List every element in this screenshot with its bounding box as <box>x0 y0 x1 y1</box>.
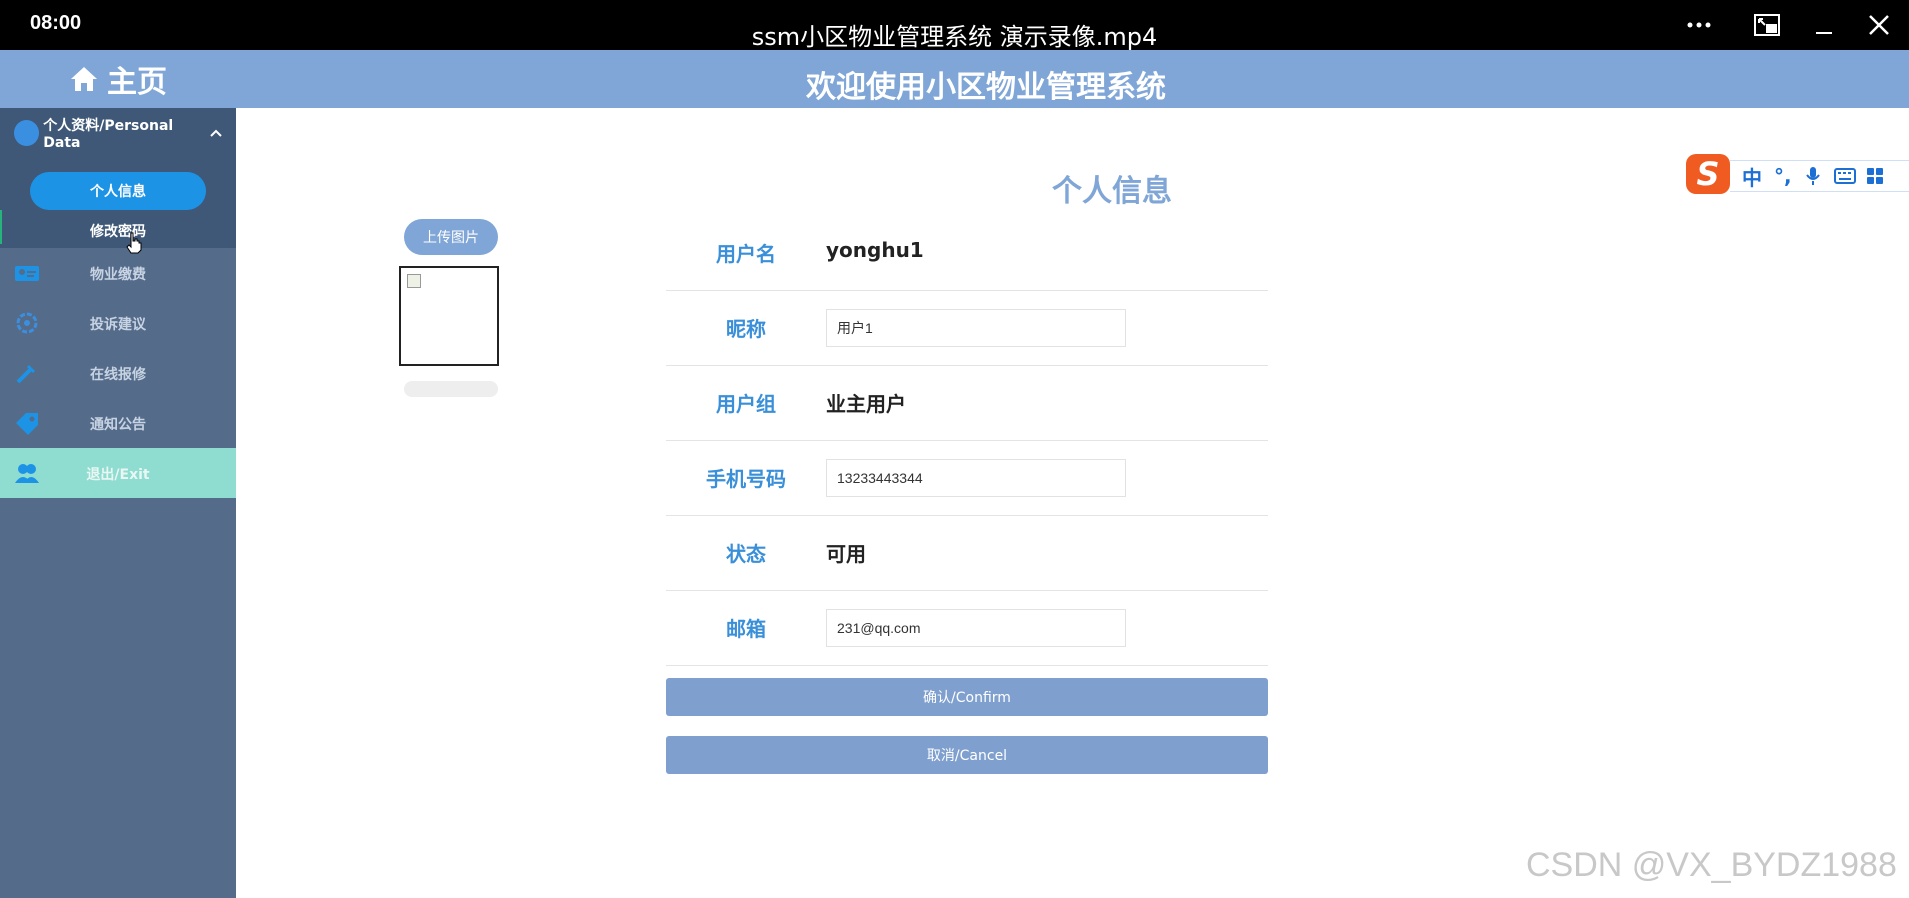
field-value: 业主用户 <box>826 392 906 416</box>
email-input[interactable] <box>826 609 1126 647</box>
ime-mode[interactable]: 中 <box>1742 162 1762 191</box>
nickname-input[interactable] <box>826 309 1126 347</box>
top-header: 欢迎使用小区物业管理系统 <box>236 50 1909 108</box>
field-phone: 手机号码 <box>666 441 1268 516</box>
hand-cursor-icon <box>126 232 142 254</box>
personal-data-submenu: 个人信息 修改密码 <box>0 158 236 248</box>
picture-in-picture-icon[interactable] <box>1750 10 1784 40</box>
minimize-icon[interactable] <box>1807 10 1841 40</box>
sidebar-item-exit[interactable]: 退出/Exit <box>0 448 236 498</box>
field-label: 状态 <box>726 542 766 566</box>
cancel-button[interactable]: 取消/Cancel <box>666 736 1268 774</box>
field-nickname: 昵称 <box>666 291 1268 366</box>
sidebar-item-complaints[interactable]: 投诉建议 <box>0 298 236 348</box>
confirm-button[interactable]: 确认/Confirm <box>666 678 1268 716</box>
field-label: 邮箱 <box>726 617 766 641</box>
field-label: 用户组 <box>716 392 776 416</box>
more-icon[interactable] <box>1682 10 1716 40</box>
user-circle-icon <box>14 120 40 146</box>
ime-punctuation[interactable]: °, <box>1774 164 1792 188</box>
ime-toolbar: S 中 °, <box>1686 154 1909 194</box>
nav-label: 投诉建议 <box>90 317 146 333</box>
field-email: 邮箱 <box>666 591 1268 666</box>
chevron-up-icon <box>210 129 222 137</box>
player-title: ssm小区物业管理系统 演示录像.mp4 <box>751 23 1158 51</box>
profile-form: 用户名 yonghu1 昵称 用户组 业主用户 手机号码 状态 可用 邮箱 <box>666 216 1268 666</box>
home-label: 主页 <box>107 65 167 100</box>
active-accent <box>0 210 2 244</box>
page-title: 个人信息 <box>1052 174 1172 209</box>
sidebar-item-notices[interactable]: 通知公告 <box>0 398 236 448</box>
field-status: 状态 可用 <box>666 516 1268 591</box>
personal-data-group[interactable]: 个人资料/Personal Data <box>0 108 236 158</box>
sidebar: 主页 个人资料/Personal Data 个人信息 修改密码 物业缴费 投诉建… <box>0 50 236 898</box>
watermark: CSDN @VX_BYDZ1988 <box>1526 846 1897 884</box>
sidebar-item-personal-info[interactable]: 个人信息 <box>30 172 206 210</box>
close-icon[interactable] <box>1862 10 1896 40</box>
grid-menu-icon[interactable] <box>1866 167 1884 185</box>
sidebar-item-property-fee[interactable]: 物业缴费 <box>0 248 236 298</box>
sidebar-item-change-password[interactable]: 修改密码 <box>30 218 206 244</box>
video-player-bar: 08:00 ssm小区物业管理系统 演示录像.mp4 <box>0 0 1909 51</box>
sogou-logo[interactable]: S <box>1686 154 1730 194</box>
field-label: 昵称 <box>726 317 766 341</box>
field-user-group: 用户组 业主用户 <box>666 366 1268 441</box>
field-label: 手机号码 <box>706 467 786 491</box>
field-username: 用户名 yonghu1 <box>666 216 1268 291</box>
keyboard-icon[interactable] <box>1833 168 1856 184</box>
nav-label: 在线报修 <box>90 367 146 383</box>
phone-input[interactable] <box>826 459 1126 497</box>
broken-image-icon <box>407 274 421 288</box>
welcome-title: 欢迎使用小区物业管理系统 <box>806 70 1166 105</box>
ime-bar: 中 °, <box>1730 160 1909 192</box>
nav-label: 通知公告 <box>90 417 146 433</box>
field-value: yonghu1 <box>826 238 924 262</box>
sidebar-item-repair[interactable]: 在线报修 <box>0 348 236 398</box>
home-link[interactable]: 主页 <box>0 50 236 108</box>
home-icon <box>71 67 97 91</box>
upload-progress-bar <box>404 381 498 397</box>
microphone-icon[interactable] <box>1805 166 1820 186</box>
upload-image-button[interactable]: 上传图片 <box>404 219 498 255</box>
field-value: 可用 <box>826 542 866 566</box>
nav-label: 物业缴费 <box>90 267 146 283</box>
field-label: 用户名 <box>716 242 776 266</box>
group-label: 个人资料/Personal Data <box>43 118 174 151</box>
app-window: 主页 个人资料/Personal Data 个人信息 修改密码 物业缴费 投诉建… <box>0 50 1909 898</box>
nav-label: 退出/Exit <box>86 467 150 483</box>
avatar-image <box>399 266 499 366</box>
